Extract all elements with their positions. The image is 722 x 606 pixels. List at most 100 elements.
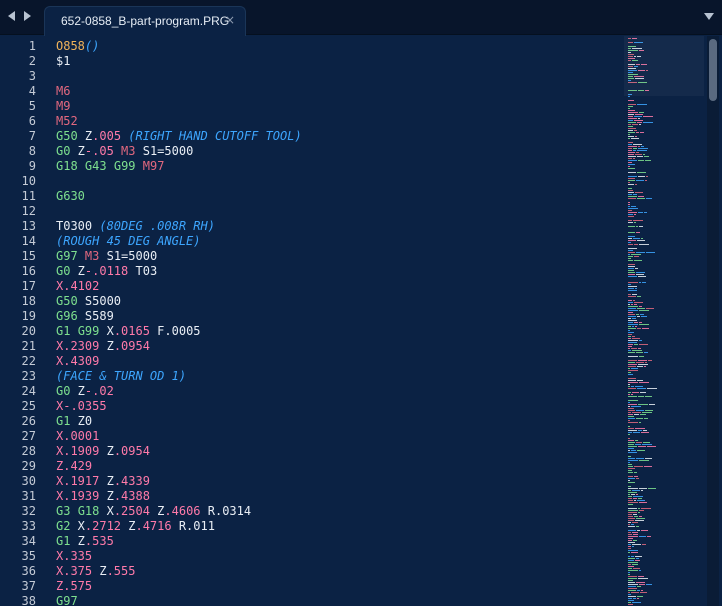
minimap-line (635, 556, 642, 557)
vertical-scrollbar[interactable] (707, 36, 719, 606)
minimap-line (628, 146, 637, 147)
code-line[interactable]: (FACE & TURN OD 1) (56, 369, 186, 384)
code-token: G50 (56, 294, 78, 308)
minimap-line (628, 532, 631, 533)
scrollbar-thumb[interactable] (709, 39, 717, 101)
chevron-left-icon[interactable] (8, 11, 15, 21)
code-line[interactable]: Z.429 (56, 459, 92, 474)
code-line[interactable]: G0 Z-.0118 T03 (56, 264, 157, 279)
code-line[interactable]: T0300 (80DEG .008R RH) (56, 219, 215, 234)
code-line[interactable]: X.1917 Z.4339 (56, 474, 150, 489)
minimap-line (638, 498, 642, 499)
code-line[interactable]: X.1909 Z.0954 (56, 444, 150, 459)
minimap-line (628, 450, 630, 451)
code-line[interactable]: G0 Z-.05 M3 S1=5000 (56, 144, 193, 159)
triangle-down-icon[interactable] (704, 13, 714, 20)
minimap-line (628, 236, 635, 237)
code-line[interactable]: G50 Z.005 (RIGHT HAND CUTOFF TOOL) (56, 129, 302, 144)
code-token: .4716 (135, 519, 172, 533)
minimap-line (628, 504, 633, 505)
minimap-line (628, 152, 635, 153)
code-token: S589 (77, 309, 114, 323)
code-line[interactable]: X.4309 (56, 354, 99, 369)
minimap-line (628, 226, 635, 227)
code-line[interactable]: M6 (56, 84, 70, 99)
minimap-line (632, 544, 641, 545)
minimap-line (638, 364, 648, 365)
chevron-right-icon[interactable] (24, 11, 31, 21)
code-line[interactable]: M52 (56, 114, 78, 129)
minimap-line (638, 430, 642, 431)
code-line[interactable]: O858() (56, 39, 99, 54)
code-editor[interactable]: 1 2 3 4 5 6 7 8 9 10 11 12 13 14 15 16 17 18 19 20 21 22 23 24 2… (0, 36, 722, 606)
minimap-line (639, 584, 645, 585)
minimap-line (628, 232, 635, 233)
code-line[interactable]: G0 Z-.02 (56, 384, 114, 399)
code-line[interactable]: G96 S589 (56, 309, 114, 324)
code-area[interactable]: O858() $1 M6 M9 M52 G50 Z.005 (RIGHT HAND CUT… (56, 36, 616, 606)
code-line[interactable]: G97 M3 S1=5000 (56, 249, 157, 264)
close-icon[interactable]: × (225, 13, 235, 27)
minimap-line (628, 330, 630, 331)
code-line[interactable]: G50 S5000 (56, 294, 121, 309)
minimap-line (628, 242, 631, 243)
minimap-line (632, 336, 635, 337)
minimap-line (642, 328, 649, 329)
minimap-viewport[interactable] (624, 36, 704, 96)
line-number: 36 (21, 564, 36, 578)
minimap-line (634, 476, 638, 477)
code-line[interactable]: X.4102 (56, 279, 99, 294)
code-line[interactable]: G97 (56, 594, 78, 606)
code-line[interactable]: G630 (56, 189, 85, 204)
minimap-line (641, 238, 643, 239)
code-line[interactable]: G3 G18 X.2504 Z.4606 R.0314 (56, 504, 251, 519)
minimap-line (636, 352, 643, 353)
minimap-line (639, 502, 647, 503)
minimap-line (628, 516, 633, 517)
minimap-line (628, 308, 636, 309)
minimap-line (628, 460, 638, 461)
line-number: 14 (21, 234, 36, 248)
code-line[interactable]: M9 (56, 99, 70, 114)
tab-file[interactable]: 652-0858_B-part-program.PRG × (44, 6, 246, 36)
code-line[interactable]: Z.575 (56, 579, 92, 594)
code-line[interactable]: X.1939 Z.4388 (56, 489, 150, 504)
minimap-line (646, 252, 655, 253)
code-token: .0954 (113, 339, 150, 353)
minimap-line (636, 418, 643, 419)
code-token: .0954 (113, 444, 150, 458)
code-line[interactable]: X.0001 (56, 429, 99, 444)
minimap[interactable] (624, 36, 704, 606)
minimap-line (631, 406, 641, 407)
code-line[interactable]: $1 (56, 54, 70, 69)
line-number: 4 (28, 84, 36, 98)
code-token: G99 (77, 324, 100, 338)
minimap-line (628, 340, 638, 341)
code-line[interactable]: (ROUGH 45 DEG ANGLE) (56, 234, 201, 249)
minimap-line (643, 122, 653, 123)
minimap-line (635, 184, 637, 185)
code-line[interactable]: X.375 Z.555 (56, 564, 135, 579)
minimap-line (637, 172, 646, 173)
code-token: M6 (56, 84, 71, 98)
code-line[interactable]: G1 Z.535 (56, 534, 114, 549)
code-token: Z (70, 264, 85, 278)
minimap-line (638, 276, 646, 277)
minimap-line (633, 300, 635, 301)
code-line[interactable]: G2 X.2712 Z.4716 R.011 (56, 519, 215, 534)
minimap-line (628, 176, 637, 177)
minimap-line (628, 520, 634, 521)
code-line[interactable]: G1 G99 X.0165 F.0005 (56, 324, 201, 339)
code-line[interactable]: X-.0355 (56, 399, 107, 414)
minimap-line (641, 316, 647, 317)
minimap-line (628, 480, 630, 481)
code-line[interactable]: G1 Z0 (56, 414, 92, 429)
minimap-line (645, 458, 652, 459)
code-token: G0 (56, 264, 71, 278)
code-line[interactable]: X.335 (56, 549, 92, 564)
line-number: 24 (21, 384, 36, 398)
code-line[interactable]: G18 G43 G99 M97 (56, 159, 164, 174)
code-line[interactable]: X.2309 Z.0954 (56, 339, 150, 354)
